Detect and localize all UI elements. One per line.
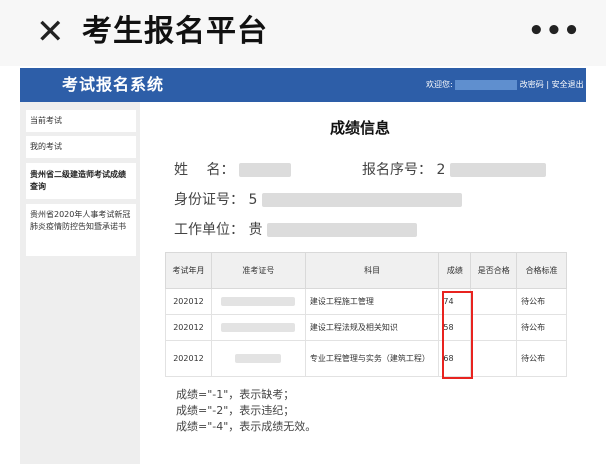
cell-standard: 待公布 bbox=[516, 340, 567, 377]
cell-ticket-redacted bbox=[210, 314, 306, 341]
username-redacted bbox=[455, 79, 518, 90]
sidebar: 当前考试 我的考试 贵州省二级建造师考试成绩查询 贵州省2020年人事考试新冠肺… bbox=[20, 102, 140, 464]
sidebar-item-current-exam[interactable]: 当前考试 bbox=[26, 110, 136, 132]
reg-number-label: 报名序号： bbox=[362, 162, 432, 178]
workplace-redacted bbox=[266, 223, 417, 237]
score-table: 考试年月 准考证号 科目 成绩 是否合格 合格标准 202012 建设工程施工管… bbox=[165, 252, 567, 377]
header-pass: 是否合格 bbox=[470, 252, 518, 289]
header-exam-month: 考试年月 bbox=[165, 252, 212, 289]
header-ticket-number: 准考证号 bbox=[210, 252, 306, 289]
cell-exam-month: 202012 bbox=[165, 314, 212, 341]
reg-number-prefix: 2 bbox=[436, 162, 446, 178]
score-highlight-box bbox=[442, 291, 473, 379]
note-line: 成绩="-2"，表示违纪； bbox=[176, 404, 295, 417]
header-subject: 科目 bbox=[304, 252, 440, 289]
cell-subject: 专业工程管理与实务（建筑工程） bbox=[304, 340, 440, 377]
cell-standard: 待公布 bbox=[516, 288, 567, 315]
header-standard: 合格标准 bbox=[516, 252, 567, 289]
cell-exam-month: 202012 bbox=[165, 340, 212, 377]
link-separator: | bbox=[546, 80, 550, 89]
cell-ticket-redacted bbox=[210, 340, 306, 377]
app-titlebar: ✕ 考生报名平台 ••• bbox=[0, 0, 606, 66]
logout-link[interactable]: 安全退出 bbox=[552, 80, 584, 89]
id-number-label: 身份证号： bbox=[174, 192, 244, 208]
note-line: 成绩="-4"，表示成绩无效。 bbox=[176, 420, 317, 433]
id-number-row: 身份证号： 5 bbox=[174, 190, 462, 210]
more-options-icon[interactable]: ••• bbox=[528, 16, 581, 46]
cell-subject: 建设工程法规及相关知识 bbox=[304, 314, 440, 341]
sidebar-item-my-exams[interactable]: 我的考试 bbox=[26, 136, 136, 158]
table-row: 202012 专业工程管理与实务（建筑工程） 68 待公布 bbox=[165, 340, 567, 377]
welcome-label: 欢迎您: bbox=[426, 80, 453, 89]
sidebar-item-covid-pledge[interactable]: 贵州省2020年人事考试新冠肺炎疫情防控告知暨承诺书 bbox=[26, 204, 136, 256]
page-title: 成绩信息 bbox=[330, 119, 391, 137]
close-icon[interactable]: ✕ bbox=[36, 12, 65, 52]
reg-number-redacted bbox=[449, 163, 546, 177]
table-row: 202012 建设工程法规及相关知识 58 待公布 bbox=[165, 314, 567, 341]
system-title: 考试报名系统 bbox=[62, 75, 165, 94]
app-title: 考生报名平台 bbox=[82, 14, 268, 49]
change-password-link[interactable]: 改密码 bbox=[520, 80, 544, 89]
user-links: 欢迎您: 改密码 | 安全退出 bbox=[426, 77, 584, 93]
cell-exam-month: 202012 bbox=[165, 288, 212, 315]
table-row: 202012 建设工程施工管理 74 待公布 bbox=[165, 288, 567, 315]
reg-number-row: 报名序号： 2 bbox=[362, 160, 546, 180]
cell-pass bbox=[470, 314, 518, 341]
id-number-redacted bbox=[261, 193, 462, 207]
system-header: 考试报名系统 欢迎您: 改密码 | 安全退出 bbox=[20, 68, 586, 102]
cell-standard: 待公布 bbox=[516, 314, 567, 341]
cell-pass bbox=[470, 288, 518, 315]
table-header-row: 考试年月 准考证号 科目 成绩 是否合格 合格标准 bbox=[165, 252, 567, 289]
id-number-prefix: 5 bbox=[248, 192, 258, 208]
workplace-prefix: 贵 bbox=[248, 222, 263, 238]
name-label: 姓 名： bbox=[174, 162, 235, 178]
sidebar-item-score-query[interactable]: 贵州省二级建造师考试成绩查询 bbox=[26, 163, 136, 199]
cell-ticket-redacted bbox=[210, 288, 306, 315]
workplace-label: 工作单位： bbox=[174, 222, 244, 238]
header-score: 成绩 bbox=[438, 252, 472, 289]
cell-subject: 建设工程施工管理 bbox=[304, 288, 440, 315]
workplace-row: 工作单位： 贵 bbox=[174, 220, 417, 240]
cell-pass bbox=[470, 340, 518, 377]
name-value-redacted bbox=[238, 163, 291, 177]
note-line: 成绩="-1"，表示缺考； bbox=[176, 388, 295, 401]
name-row: 姓 名： bbox=[174, 160, 291, 180]
